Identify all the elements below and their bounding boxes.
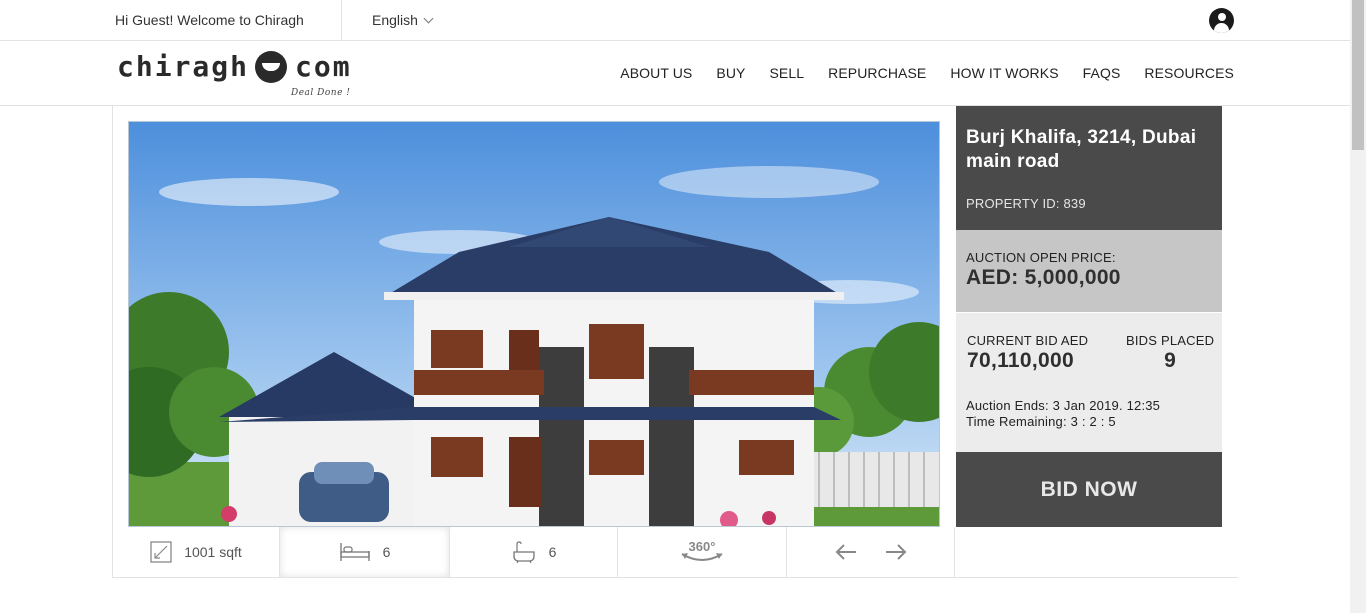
- bid-now-button[interactable]: BID NOW: [956, 452, 1222, 527]
- current-bid-label: CURRENT BID AED: [967, 333, 1089, 348]
- nav-repurchase[interactable]: REPURCHASE: [828, 65, 926, 81]
- property-id: PROPERTY ID: 839: [966, 196, 1086, 211]
- bedrooms-value: 6: [382, 544, 391, 560]
- chevron-down-icon: [423, 13, 434, 24]
- bids-placed-value: 9: [1164, 349, 1177, 372]
- page-scrollbar[interactable]: [1350, 0, 1366, 613]
- main-header: chiragh com Deal Done ! ABOUT US BUY SEL…: [0, 41, 1350, 106]
- open-price-value: AED: 5,000,000: [966, 266, 1121, 289]
- bath-icon: [512, 541, 535, 564]
- user-icon[interactable]: [1209, 8, 1234, 33]
- nav-buy[interactable]: BUY: [716, 65, 745, 81]
- language-selector[interactable]: English: [372, 0, 434, 40]
- property-header: Burj Khalifa, 3214, Dubai main road PROP…: [956, 106, 1222, 230]
- bid-status-section: CURRENT BID AED 70,110,000 BIDS PLACED 9…: [956, 312, 1222, 452]
- property-title: Burj Khalifa, 3214, Dubai main road: [966, 127, 1197, 172]
- 360-label: 360°: [689, 539, 716, 554]
- arrow-left-icon[interactable]: [835, 543, 857, 561]
- arrow-right-icon[interactable]: [885, 543, 907, 561]
- open-price-label: AUCTION OPEN PRICE:: [966, 250, 1116, 265]
- nav-faqs[interactable]: FAQS: [1083, 65, 1121, 81]
- open-price-section: AUCTION OPEN PRICE: AED: 5,000,000: [956, 230, 1222, 312]
- current-bid-value: 70,110,000: [967, 349, 1074, 372]
- nav-resources[interactable]: RESOURCES: [1144, 65, 1234, 81]
- feature-bathrooms: 6: [450, 527, 618, 577]
- auction-ends: Auction Ends: 3 Jan 2019. 12:35: [966, 398, 1161, 413]
- logo-text-left: chiragh: [117, 50, 250, 83]
- property-image[interactable]: [128, 121, 940, 527]
- bed-icon: [339, 543, 370, 561]
- language-label: English: [372, 12, 418, 28]
- time-remaining: Time Remaining: 3 : 2 : 5: [966, 414, 1116, 429]
- site-logo[interactable]: chiragh com Deal Done !: [117, 50, 352, 100]
- bathrooms-value: 6: [548, 544, 557, 560]
- lamp-icon: [255, 50, 288, 83]
- main-nav: ABOUT US BUY SELL REPURCHASE HOW IT WORK…: [620, 41, 1234, 105]
- logo-text-right: com: [295, 50, 352, 83]
- logo-tagline: Deal Done !: [291, 88, 351, 98]
- feature-bedrooms: 6: [280, 527, 450, 577]
- nav-sell[interactable]: SELL: [769, 65, 804, 81]
- feature-area: 1001 sqft: [113, 527, 280, 577]
- scrollbar-thumb[interactable]: [1352, 0, 1364, 150]
- auction-panel: Burj Khalifa, 3214, Dubai main road PROP…: [956, 106, 1222, 527]
- area-icon: [150, 541, 172, 563]
- nav-about-us[interactable]: ABOUT US: [620, 65, 692, 81]
- top-bar: Hi Guest! Welcome to Chiragh English: [0, 0, 1350, 41]
- property-features: 1001 sqft 6 6 360°: [113, 527, 955, 577]
- nav-how-it-works[interactable]: HOW IT WORKS: [950, 65, 1058, 81]
- top-bar-divider: [341, 0, 342, 40]
- welcome-message: Hi Guest! Welcome to Chiragh: [115, 12, 304, 28]
- image-navigation: [787, 527, 955, 577]
- content-border-bottom: [112, 577, 1238, 578]
- bids-placed-label: BIDS PLACED: [1126, 333, 1215, 348]
- area-value: 1001 sqft: [184, 544, 242, 560]
- 360-view-icon: 360°: [681, 539, 723, 561]
- 360-view-button[interactable]: 360°: [618, 527, 787, 577]
- content-border-left: [112, 106, 113, 578]
